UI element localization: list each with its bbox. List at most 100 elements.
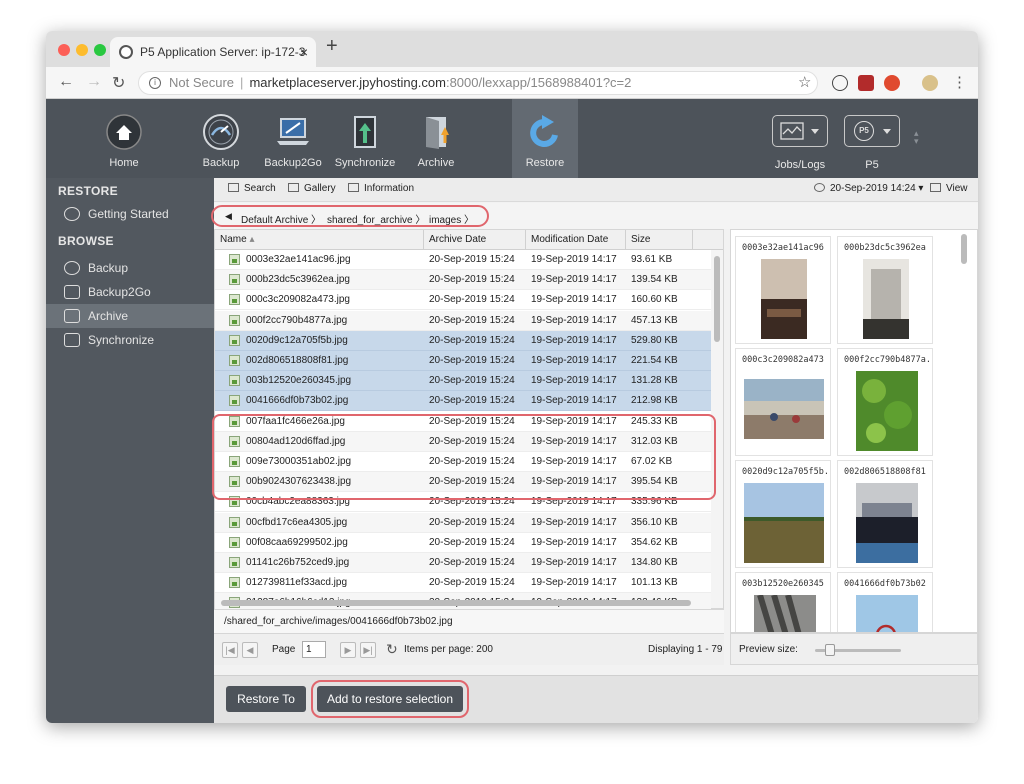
breadcrumb-images[interactable]: images 〉 (429, 211, 474, 226)
file-name-cell: 0020d9c12a705f5b.jpg (246, 334, 348, 346)
table-row[interactable]: 003b12520e260345.jpg 20-Sep-2019 15:24 19-… (215, 371, 711, 392)
restore-to-button[interactable]: Restore To (226, 686, 306, 712)
size-cell: 529.80 KB (631, 334, 678, 346)
table-row[interactable]: 0020d9c12a705f5b.jpg 20-Sep-2019 15:24 19-… (215, 330, 711, 351)
size-cell: 212.98 KB (631, 395, 678, 407)
size-cell: 139.54 KB (631, 274, 678, 286)
preview-card[interactable]: 002d806518808f81 (837, 460, 933, 568)
grid-horizontal-scrollbar[interactable] (215, 598, 711, 608)
p5-dropdown[interactable]: P5 (844, 115, 900, 147)
information-button[interactable]: Information (348, 183, 414, 194)
next-page-button[interactable]: ▶ (340, 642, 356, 658)
breadcrumb-default-archive[interactable]: Default Archive 〉 (241, 211, 321, 226)
toolbar-home-label: Home (109, 157, 139, 169)
column-header-modification-date[interactable]: Modification Date (526, 230, 626, 250)
table-row[interactable]: 012739811ef33acd.jpg 20-Sep-2019 15:24 19-… (215, 573, 711, 594)
view-button[interactable]: View (930, 183, 968, 194)
breadcrumb-shared-for-archive[interactable]: shared_for_archive 〉 (327, 211, 425, 226)
last-page-button[interactable]: ▶| (360, 642, 376, 658)
column-header-archive-date[interactable]: Archive Date (424, 230, 526, 250)
thumbnail-image (744, 483, 824, 563)
toolbar-synchronize-button[interactable]: Synchronize (334, 99, 396, 178)
toolbar-backup-label: Backup (202, 157, 240, 169)
browser-tab[interactable]: P5 Application Server: ip-172-3 × (110, 37, 316, 67)
extension-1-icon[interactable] (832, 75, 848, 91)
preview-card[interactable]: 003b12520e260345 (735, 572, 831, 632)
table-row[interactable]: 0041666df0b73b02.jpg 20-Sep-2019 15:24 19-… (215, 391, 711, 412)
table-row[interactable]: 00f08caa69299502.jpg 20-Sep-2019 15:24 19-… (215, 533, 711, 553)
preview-size-bar: Preview size: (730, 633, 978, 665)
sidebar-item-backup[interactable]: Backup (46, 256, 214, 280)
page-input[interactable]: 1 (302, 641, 326, 658)
close-window-dot[interactable] (58, 44, 70, 56)
browser-menu-icon[interactable]: ⋮ (952, 73, 967, 91)
preview-card[interactable]: 0020d9c12a705f5b. (735, 460, 831, 568)
sidebar-item-synchronize[interactable]: Synchronize (46, 328, 214, 352)
selection-highlight (212, 414, 716, 500)
modification-date-cell: 19-Sep-2019 14:17 (531, 577, 617, 589)
file-name-cell: 000f2cc790b4877a.jpg (246, 314, 348, 326)
ublock-icon[interactable] (858, 75, 874, 91)
table-row[interactable]: 000c3c209082a473.jpg 20-Sep-2019 15:24 19-… (215, 290, 711, 311)
preview-scroll-thumb[interactable] (961, 234, 967, 264)
displaying-count: Displaying 1 - 79 (648, 644, 723, 655)
extension-3-icon[interactable] (884, 75, 900, 91)
table-row[interactable]: 000b23dc5c3962ea.jpg 20-Sep-2019 15:24 19-… (215, 270, 711, 291)
search-button[interactable]: Search (228, 183, 276, 194)
breadcrumb-back-icon[interactable]: ◀ (225, 211, 232, 222)
table-row[interactable]: 00cfbd17c6ea4305.jpg 20-Sep-2019 15:24 19-… (215, 512, 711, 533)
refresh-icon[interactable]: ↻ (386, 641, 398, 658)
size-cell: 134.80 KB (631, 557, 678, 568)
jobs-logs-dropdown[interactable] (772, 115, 828, 147)
main-panel: Search Gallery Information 20-Sep-2019 1… (211, 178, 978, 723)
modification-date-cell: 19-Sep-2019 14:17 (531, 355, 617, 366)
security-label: Not Secure (169, 75, 235, 90)
zoom-window-dot[interactable] (94, 44, 106, 56)
url-field[interactable]: i Not Secure | marketplaceserver.jpyhostin… (138, 71, 818, 95)
table-row[interactable]: 01141c26b752ced9.jpg 20-Sep-2019 15:24 19-… (215, 553, 711, 573)
toolbar-archive-button[interactable]: Archive (408, 99, 464, 178)
tab-close-icon[interactable]: × (300, 37, 308, 67)
column-header-name[interactable]: Name ▴ (215, 230, 424, 250)
preview-card[interactable]: 0041666df0b73b02 (837, 572, 933, 632)
tab-strip: P5 Application Server: ip-172-3 × + (46, 31, 978, 67)
preview-card[interactable]: 000f2cc790b4877a. (837, 348, 933, 456)
toolbar-backup2go-button[interactable]: Backup2Go (264, 99, 322, 178)
scroll-thumb[interactable] (221, 600, 691, 606)
table-row[interactable]: 000f2cc790b4877a.jpg 20-Sep-2019 15:24 19-… (215, 310, 711, 331)
date-selector[interactable]: 20-Sep-2019 14:24 ▾ (814, 183, 923, 194)
more-handle-icon[interactable]: ▴ ▾ (914, 129, 919, 146)
grid-header: Name ▴ Archive Date Modification Date Si… (215, 230, 723, 250)
bookmark-star-icon[interactable]: ☆ (798, 73, 811, 91)
sidebar-item-label: Backup2Go (88, 285, 151, 299)
toolbar-home-button[interactable]: Home (94, 99, 154, 178)
p5-favicon-icon (119, 45, 133, 59)
first-page-button[interactable]: |◀ (222, 642, 238, 658)
file-grid: Name ▴ Archive Date Modification Date Si… (212, 229, 724, 614)
table-row[interactable]: 0003e32ae141ac96.jpg 20-Sep-2019 15:24 19-… (215, 250, 711, 270)
url-host: marketplaceserver.jpyhosting.com (249, 75, 446, 90)
table-row[interactable]: 002d806518808f81.jpg 20-Sep-2019 15:24 19-… (215, 351, 711, 371)
preview-size-slider[interactable] (825, 644, 835, 656)
preview-card[interactable]: 0003e32ae141ac96 (735, 236, 831, 344)
sidebar-item-getting-started[interactable]: Getting Started (46, 202, 214, 226)
scroll-thumb[interactable] (714, 256, 720, 342)
add-to-restore-selection-button[interactable]: Add to restore selection (317, 686, 463, 712)
gallery-button[interactable]: Gallery (288, 183, 336, 194)
forward-arrow-icon[interactable]: → (86, 73, 102, 91)
sidebar-item-backup2go[interactable]: Backup2Go (46, 280, 214, 304)
minimize-window-dot[interactable] (76, 44, 88, 56)
image-file-icon (229, 314, 240, 326)
reload-icon[interactable]: ↻ (112, 73, 125, 93)
sidebar-item-archive[interactable]: Archive (46, 304, 214, 328)
prev-page-button[interactable]: ◀ (242, 642, 258, 658)
toolbar-backup-button[interactable]: Backup (192, 99, 250, 178)
profile-avatar-icon[interactable] (922, 75, 938, 91)
preview-card[interactable]: 000b23dc5c3962ea (837, 236, 933, 344)
preview-card[interactable]: 000c3c209082a473 (735, 348, 831, 456)
toolbar-restore-button[interactable]: Restore (512, 99, 578, 178)
new-tab-icon[interactable]: + (326, 35, 338, 58)
column-header-size[interactable]: Size (626, 230, 693, 250)
thumbnail-image (856, 371, 918, 451)
back-arrow-icon[interactable]: ← (58, 73, 74, 91)
